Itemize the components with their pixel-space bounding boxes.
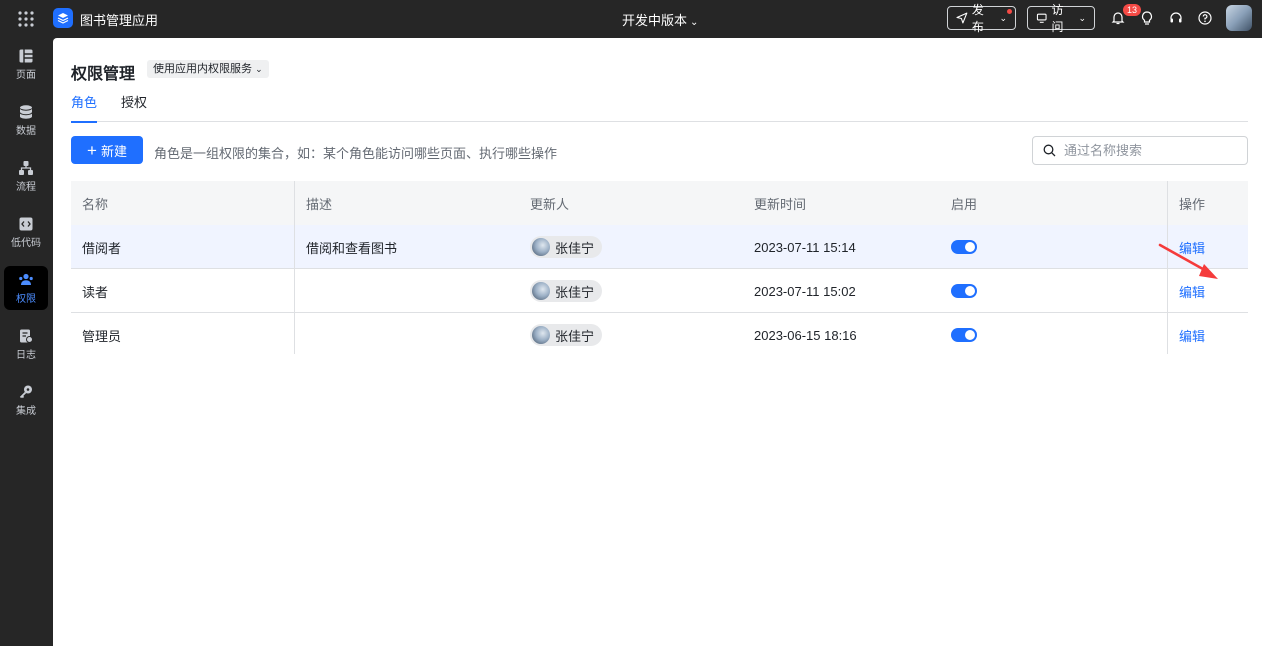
new-role-button[interactable]: + 新建 bbox=[71, 136, 143, 164]
tab-authorization[interactable]: 授权 bbox=[121, 92, 147, 122]
code-icon bbox=[19, 217, 33, 230]
actions-cell: 编辑 bbox=[1179, 313, 1205, 357]
visit-label: 访问 bbox=[1051, 3, 1064, 34]
roles-table: 名称 描述 更新人 更新时间 启用 操作 借阅者 借阅和查看图书 张佳宁 202… bbox=[71, 181, 1248, 357]
updater-cell: 张佳宁 bbox=[530, 225, 603, 269]
sidebar-item-label: 数据 bbox=[16, 125, 36, 137]
column-header-name: 名称 bbox=[82, 196, 109, 212]
database-icon bbox=[19, 104, 33, 119]
sidebar-item-pages[interactable]: 页面 bbox=[4, 42, 48, 86]
sidebar-item-permissions[interactable]: 权限 bbox=[4, 266, 48, 310]
updater-name: 张佳宁 bbox=[555, 328, 595, 344]
sidebar-item-data[interactable]: 数据 bbox=[4, 98, 48, 142]
visit-button[interactable]: 访问 ⌄ bbox=[1027, 3, 1095, 34]
sidebar-item-label: 页面 bbox=[16, 69, 36, 81]
user-chip[interactable]: 张佳宁 bbox=[530, 236, 603, 258]
top-bar: 图书管理应用 开发中版本 ⌄ 发布 ⌄ 访问 ⌄ 13 bbox=[0, 0, 1262, 38]
sidebar: 页面 数据 流程 低代码 权限 日志 集成 bbox=[0, 38, 53, 646]
avatar bbox=[532, 238, 550, 256]
column-header-updater: 更新人 bbox=[530, 196, 570, 212]
permission-service-label: 使用应用内权限服务 bbox=[153, 63, 252, 75]
app-grid-icon[interactable] bbox=[17, 10, 35, 28]
sidebar-item-integration[interactable]: 集成 bbox=[4, 378, 48, 422]
publish-label: 发布 bbox=[971, 3, 984, 34]
sidebar-item-log[interactable]: 日志 bbox=[4, 322, 48, 366]
avatar bbox=[532, 326, 550, 344]
role-name: 读者 bbox=[82, 284, 109, 300]
table-row[interactable]: 借阅者 借阅和查看图书 张佳宁 2023-07-11 15:14 编辑 bbox=[71, 225, 1248, 269]
role-description: 借阅和查看图书 bbox=[306, 240, 398, 256]
app-name: 图书管理应用 bbox=[80, 13, 159, 28]
user-avatar[interactable] bbox=[1226, 5, 1252, 31]
sidebar-item-label: 低代码 bbox=[11, 237, 41, 249]
enabled-cell bbox=[951, 269, 977, 313]
sidebar-item-label: 权限 bbox=[16, 293, 36, 305]
column-header-updated-time: 更新时间 bbox=[754, 196, 807, 212]
updated-time: 2023-06-15 18:16 bbox=[754, 327, 857, 343]
column-divider bbox=[294, 181, 295, 354]
chevron-down-icon: ⌄ bbox=[1078, 12, 1086, 23]
version-selector[interactable]: 开发中版本 ⌄ bbox=[622, 10, 698, 29]
log-icon bbox=[20, 329, 33, 343]
updater-cell: 张佳宁 bbox=[530, 313, 603, 357]
help-icon[interactable] bbox=[1197, 10, 1213, 26]
updater-name: 张佳宁 bbox=[555, 284, 595, 300]
user-chip[interactable]: 张佳宁 bbox=[530, 324, 603, 346]
sidebar-item-label: 集成 bbox=[16, 405, 36, 417]
table-header-row: 名称 描述 更新人 更新时间 启用 操作 bbox=[71, 181, 1248, 225]
monitor-icon bbox=[1036, 13, 1047, 23]
annotation-arrow-icon bbox=[1158, 243, 1218, 279]
table-row[interactable]: 管理员 张佳宁 2023-06-15 18:16 编辑 bbox=[71, 313, 1248, 357]
role-name: 借阅者 bbox=[82, 240, 122, 256]
edit-link[interactable]: 编辑 bbox=[1179, 282, 1205, 301]
table-row[interactable]: 读者 张佳宁 2023-07-11 15:02 编辑 bbox=[71, 269, 1248, 313]
enabled-cell bbox=[951, 313, 977, 357]
version-label: 开发中版本 bbox=[622, 13, 688, 28]
sidebar-item-lowcode[interactable]: 低代码 bbox=[4, 210, 48, 254]
tab-bar: 角色 授权 bbox=[71, 92, 1248, 123]
headset-icon[interactable] bbox=[1168, 10, 1184, 26]
key-icon bbox=[19, 385, 32, 398]
sidebar-item-label: 日志 bbox=[16, 349, 36, 361]
avatar bbox=[532, 282, 550, 300]
search-icon bbox=[1043, 144, 1056, 157]
page-title: 权限管理 bbox=[71, 66, 136, 83]
sidebar-item-label: 流程 bbox=[16, 181, 36, 193]
column-header-description: 描述 bbox=[306, 196, 333, 212]
bulb-icon[interactable] bbox=[1139, 10, 1155, 26]
enabled-toggle[interactable] bbox=[951, 328, 977, 342]
role-name: 管理员 bbox=[82, 328, 122, 344]
permission-service-select[interactable]: 使用应用内权限服务 ⌄ bbox=[147, 60, 269, 78]
enabled-toggle[interactable] bbox=[951, 284, 977, 298]
send-icon bbox=[956, 12, 968, 24]
enabled-cell bbox=[951, 225, 977, 269]
updated-time: 2023-07-11 15:02 bbox=[754, 283, 856, 299]
updated-time: 2023-07-11 15:14 bbox=[754, 239, 856, 255]
user-chip[interactable]: 张佳宁 bbox=[530, 280, 603, 302]
flow-icon bbox=[19, 160, 33, 175]
search-input[interactable] bbox=[1064, 143, 1234, 158]
plus-icon: + bbox=[87, 140, 97, 160]
updater-name: 张佳宁 bbox=[555, 240, 595, 256]
column-header-actions: 操作 bbox=[1179, 196, 1206, 212]
publish-dot bbox=[1007, 9, 1012, 14]
chevron-down-icon: ⌄ bbox=[690, 17, 699, 28]
sidebar-item-flow[interactable]: 流程 bbox=[4, 154, 48, 198]
pages-icon bbox=[19, 49, 33, 62]
edit-link[interactable]: 编辑 bbox=[1179, 326, 1205, 345]
app-logo-icon bbox=[53, 8, 73, 28]
column-header-enabled: 启用 bbox=[951, 196, 978, 212]
enabled-toggle[interactable] bbox=[951, 240, 977, 254]
chevron-down-icon: ⌄ bbox=[999, 12, 1007, 23]
updater-cell: 张佳宁 bbox=[530, 269, 603, 313]
search-box[interactable] bbox=[1032, 136, 1248, 165]
users-icon bbox=[19, 273, 33, 285]
main-panel: 权限管理 使用应用内权限服务 ⌄ 角色 授权 + 新建 角色是一组权限的集合，如… bbox=[53, 38, 1262, 646]
roles-hint: 角色是一组权限的集合，如：某个角色能访问哪些页面、执行哪些操作 bbox=[154, 146, 558, 161]
publish-button[interactable]: 发布 ⌄ bbox=[947, 3, 1016, 34]
tab-roles[interactable]: 角色 bbox=[71, 92, 98, 123]
chevron-down-icon: ⌄ bbox=[255, 64, 263, 74]
new-button-label: 新建 bbox=[100, 143, 127, 159]
